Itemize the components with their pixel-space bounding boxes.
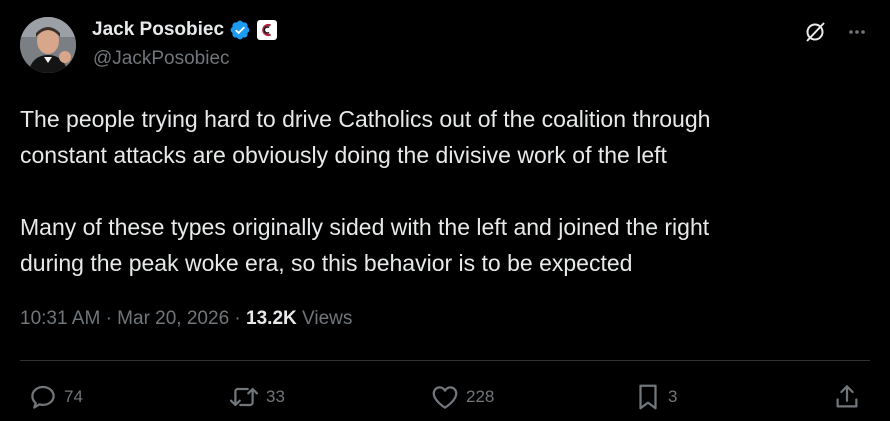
author-avatar[interactable]: [20, 17, 76, 73]
heart-icon: [432, 386, 458, 409]
more-icon: [849, 30, 865, 34]
repost-count: 33: [266, 387, 285, 406]
tweet-time[interactable]: 10:31 AM: [20, 308, 100, 329]
tweet-paragraph-1: The people trying hard to drive Catholic…: [20, 101, 870, 173]
like-button[interactable]: 228: [430, 382, 494, 412]
author-display-name[interactable]: Jack Posobiec: [92, 19, 224, 41]
reply-icon: [31, 385, 55, 409]
grok-icon: [806, 22, 825, 42]
reply-button[interactable]: 74: [28, 382, 83, 412]
share-button[interactable]: [832, 382, 862, 412]
tweet-line: The people trying hard to drive Catholic…: [20, 106, 711, 132]
share-icon: [836, 385, 858, 408]
tweet-metadata: 10:31 AM · Mar 20, 2026 · 13.2K Views: [20, 308, 352, 330]
meta-separator: ·: [234, 308, 241, 329]
bookmark-count: 3: [668, 387, 678, 406]
tweet-line: constant attacks are obviously doing the…: [20, 142, 667, 168]
views-count[interactable]: 13.2K: [246, 308, 297, 329]
views-label[interactable]: Views: [302, 308, 352, 329]
tweet-line: Many of these types originally sided wit…: [20, 214, 710, 240]
affiliate-badge-icon[interactable]: [257, 20, 278, 40]
divider: [20, 360, 870, 361]
tweet-date[interactable]: Mar 20, 2026: [117, 308, 229, 329]
repost-button[interactable]: 33: [228, 382, 285, 412]
author-name-row: Jack Posobiec: [92, 17, 278, 43]
like-count: 228: [466, 387, 495, 406]
repost-icon: [229, 387, 259, 407]
meta-separator: ·: [105, 308, 112, 329]
tweet-paragraph-2: Many of these types originally sided wit…: [20, 209, 870, 281]
bookmark-icon: [639, 384, 657, 410]
tweet-line: during the peak woke era, so this behavi…: [20, 250, 633, 276]
tweet-text: The people trying hard to drive Catholic…: [20, 101, 870, 281]
avatar-image: [20, 17, 76, 73]
bookmark-button[interactable]: 3: [634, 382, 677, 412]
author-handle[interactable]: @JackPosobiec: [93, 48, 230, 70]
more-options-button[interactable]: [842, 17, 872, 47]
reply-count: 74: [64, 387, 83, 406]
grok-button[interactable]: [800, 17, 830, 47]
verified-badge-icon: [230, 20, 250, 40]
